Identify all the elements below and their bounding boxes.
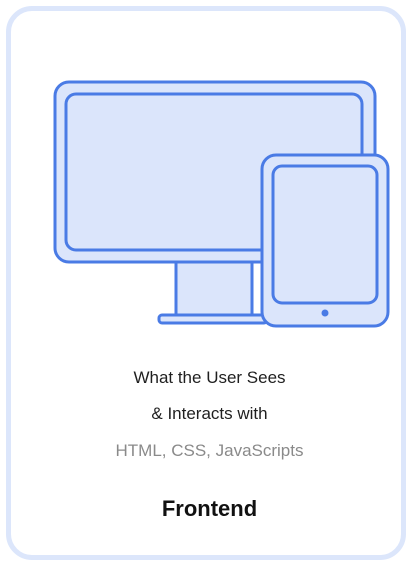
technologies-label: HTML, CSS, JavaScripts [115, 441, 304, 460]
description-line-2: & Interacts with [151, 404, 268, 423]
devices-illustration [53, 80, 390, 328]
tablet-icon [260, 153, 390, 328]
card-title: Frontend [161, 496, 258, 521]
description-line-1: What the User Sees [133, 368, 286, 387]
